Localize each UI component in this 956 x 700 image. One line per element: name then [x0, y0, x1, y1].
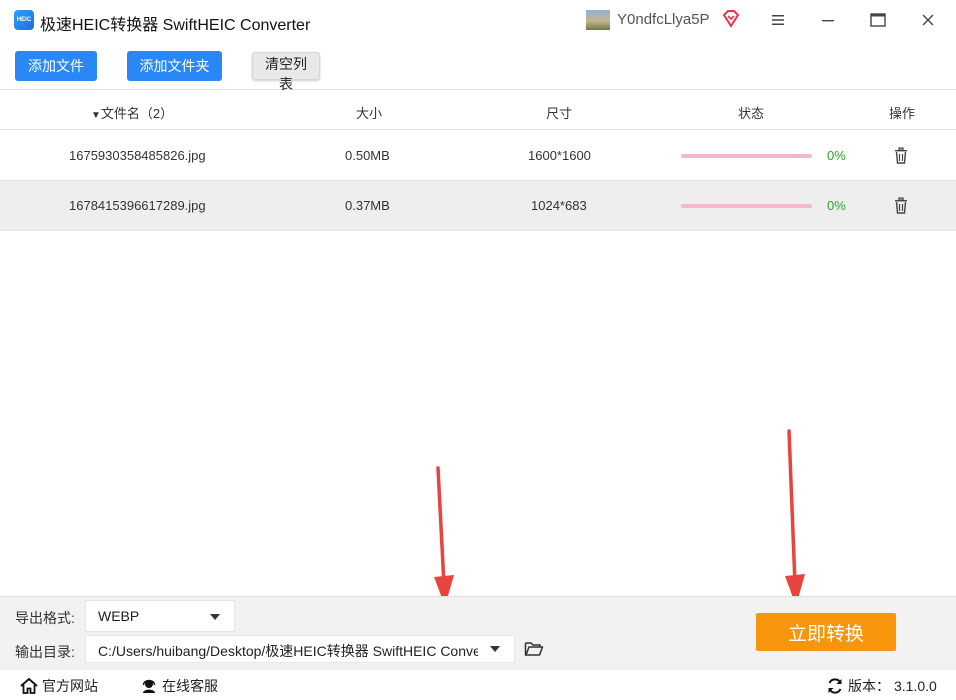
file-table-header: ▼文件名（2） 大小 尺寸 状态 操作 — [0, 90, 956, 130]
official-website-link[interactable]: 官方网站 — [20, 676, 98, 696]
settings-panel: 导出格式: WEBP 输出目录: C:/Users/huibang/Deskto… — [0, 596, 956, 670]
add-folder-button[interactable]: 添加文件夹 — [127, 51, 222, 81]
table-row[interactable]: 1675930358485826.jpg 0.50MB 1600*1600 0% — [0, 131, 956, 181]
column-header-filename[interactable]: ▼文件名（2） — [91, 103, 173, 122]
footer: 官方网站 在线客服 版本： 3.1.0.0 — [0, 670, 956, 700]
version-label: 版本： — [848, 678, 890, 694]
file-size: 0.37MB — [345, 198, 390, 213]
format-label: 导出格式: — [15, 610, 75, 626]
format-select[interactable]: WEBP — [85, 600, 235, 632]
progress-percent: 0% — [827, 198, 846, 213]
toolbar: 添加文件 添加文件夹 清空列表 — [0, 40, 956, 92]
user-name[interactable]: Y0ndfcLlya5P — [617, 11, 710, 28]
convert-now-button[interactable]: 立即转换 — [756, 613, 896, 651]
folder-open-icon[interactable] — [524, 640, 544, 658]
app-logo-icon: HEIC — [14, 10, 34, 30]
annotation-arrow-icon — [434, 466, 454, 606]
file-dimensions: 1024*683 — [531, 198, 587, 213]
online-support-label: 在线客服 — [162, 678, 218, 694]
column-header-status: 状态 — [738, 106, 765, 121]
close-icon[interactable] — [918, 10, 938, 30]
chevron-down-icon — [490, 646, 500, 652]
file-size: 0.50MB — [345, 148, 390, 163]
chevron-down-icon — [210, 614, 220, 620]
table-row[interactable]: 1678415396617289.jpg 0.37MB 1024*683 0% — [0, 181, 956, 231]
column-header-dimensions: 尺寸 — [546, 106, 573, 121]
add-file-button[interactable]: 添加文件 — [15, 51, 97, 81]
clear-list-button[interactable]: 清空列表 — [252, 52, 320, 92]
output-dir-label: 输出目录: — [15, 644, 75, 660]
online-support-link[interactable]: 在线客服 — [140, 676, 218, 696]
delete-trash-icon[interactable] — [893, 197, 909, 215]
customer-service-icon — [142, 679, 156, 693]
vip-diamond-icon[interactable] — [721, 9, 741, 29]
official-website-label: 官方网站 — [42, 678, 98, 694]
file-name: 1675930358485826.jpg — [69, 148, 206, 163]
column-header-actions: 操作 — [889, 106, 916, 121]
maximize-icon[interactable] — [868, 10, 888, 30]
sort-down-icon: ▼ — [91, 110, 101, 121]
minimize-icon[interactable] — [818, 10, 838, 30]
progress-percent: 0% — [827, 148, 846, 163]
home-icon — [20, 678, 38, 694]
progress-bar — [681, 154, 812, 158]
title-bar: HEIC 极速HEIC转换器 SwiftHEIC Converter Y0ndf… — [0, 0, 956, 40]
menu-icon[interactable] — [768, 10, 788, 30]
progress-bar — [681, 204, 812, 208]
annotation-arrow-icon — [785, 429, 805, 606]
file-dimensions: 1600*1600 — [528, 148, 591, 163]
refresh-icon — [828, 678, 842, 694]
delete-trash-icon[interactable] — [893, 147, 909, 165]
output-dir-value: C:/Users/huibang/Desktop/极速HEIC转换器 Swift… — [98, 643, 478, 659]
column-header-size: 大小 — [356, 106, 383, 121]
version-value: 3.1.0.0 — [894, 678, 937, 694]
format-value: WEBP — [98, 608, 140, 624]
output-dir-select[interactable]: C:/Users/huibang/Desktop/极速HEIC转换器 Swift… — [85, 635, 515, 663]
app-title: 极速HEIC转换器 SwiftHEIC Converter — [40, 17, 311, 34]
version-info[interactable]: 版本： 3.1.0.0 — [826, 676, 937, 696]
file-name: 1678415396617289.jpg — [69, 198, 206, 213]
avatar[interactable] — [586, 10, 610, 30]
